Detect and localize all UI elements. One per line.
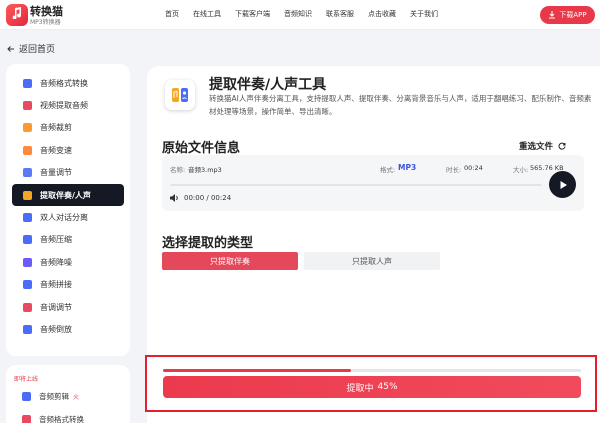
tool-icon [23,213,32,223]
sidebar-item-label: 音频降噪 [40,257,72,267]
tool-description: 转换猫AI人声伴奏分离工具，支持提取人声、提取伴奏、分离背景音乐与人声，适用于翻… [209,94,592,116]
file-size-label: 大小: [513,166,529,174]
sidebar-item-format-convert-2[interactable]: 音频格式转换 [22,414,84,423]
sidebar-item-label: 音频倒放 [40,324,72,334]
sidebar-item-4[interactable]: 音量调节 [12,162,124,184]
extracting-label: 提取中 [346,383,374,394]
sidebar-item-label: 音调调节 [40,302,72,312]
brand-subtitle: MP3转换器 [30,19,61,26]
arrow-left-icon [7,45,14,52]
file-duration-label: 时长: [446,166,462,174]
play-button[interactable] [549,171,576,198]
page-title: 提取伴奏/人声工具 [209,77,327,93]
vocal-split-icon [172,88,188,102]
music-note-icon [12,7,22,19]
sidebar-item-11[interactable]: 音频倒放 [12,318,124,340]
tool-icon [23,101,32,111]
volume-icon[interactable] [169,193,180,203]
sidebar-item-1[interactable]: 视频提取音频 [12,94,124,116]
back-home-label: 返回首页 [19,45,56,55]
nav-about[interactable]: 关于我们 [410,9,438,19]
playback-progress-bar[interactable] [170,184,542,186]
extracting-button[interactable]: 提取中 45% [163,376,581,398]
main-nav: 首页 在线工具 下载客户端 音频知识 联系客服 点击收藏 关于我们 [165,9,452,19]
nav-download-client[interactable]: 下载客户端 [235,9,270,19]
sidebar-item-label: 双人对话分离 [40,213,88,223]
tool-icon [23,145,32,155]
extract-type-heading: 选择提取的类型 [162,236,254,251]
tool-icon [23,235,32,245]
sidebar-item-label: 音频裁剪 [40,123,72,133]
nav-home[interactable]: 首页 [165,9,179,19]
tool-icon [23,168,32,178]
tool-icon [23,78,32,88]
top-navbar: 转换猫 MP3转换器 首页 在线工具 下载客户端 音频知识 联系客服 点击收藏 … [0,0,600,30]
upcoming-label: 即将上线 [14,376,39,383]
sidebar-item-10[interactable]: 音调调节 [12,296,124,318]
download-app-label: 下载APP [559,11,587,19]
sidebar-item-0[interactable]: 音频格式转换 [12,72,124,94]
sidebar-item-6[interactable]: 双人对话分离 [12,206,124,228]
file-duration: 00:24 [464,164,483,172]
sidebar-item-3[interactable]: 音频变速 [12,139,124,161]
extract-accompaniment-option[interactable]: 只提取伴奏 [162,252,298,270]
sidebar-item-label: 音量调节 [40,168,72,178]
sidebar-item-label: 音频拼接 [40,280,72,290]
extract-progress-fill [163,369,352,372]
upcoming-tools-panel: 即将上线 音频剪辑 火 音频格式转换 [6,365,130,423]
hot-badge: 火 [73,394,80,401]
nav-bookmark[interactable]: 点击收藏 [368,9,396,19]
tool-app-icon [165,80,195,110]
tool-icon [23,257,32,267]
sidebar-item-8[interactable]: 音频降噪 [12,251,124,273]
tool-sidebar: 音频格式转换 视频提取音频 音频裁剪音频变速音量调节提取伴奏/人声 双人对话分离 音频压… [6,64,130,356]
extracting-percent: 45% [377,382,398,392]
scissors-icon [22,392,31,401]
reselect-label: 重选文件 [519,142,554,152]
tool-icon [23,280,32,290]
sidebar-item-label: 音频格式转换 [40,78,88,88]
convert-icon [22,415,31,423]
file-name-label: 名称: [170,166,186,174]
sidebar-item-audio-edit[interactable]: 音频剪辑 火 [22,391,79,402]
app-logo[interactable] [6,4,28,26]
sidebar-item-2[interactable]: 音频裁剪 [12,117,124,139]
refresh-icon [558,142,566,150]
nav-contact-support[interactable]: 联系客服 [326,9,354,19]
sidebar-item-label: 提取伴奏/人声 [40,190,91,200]
download-app-button[interactable]: 下载APP [540,6,595,24]
reselect-file-button[interactable]: 重选文件 [519,140,566,152]
back-home-link[interactable]: 返回首页 [7,42,55,55]
tool-icon [23,123,32,133]
file-name: 音频3.mp3 [188,166,222,174]
playback-time: 00:00 / 00:24 [184,194,232,202]
play-icon [560,180,567,189]
sidebar-item-label: 音频剪辑 [39,392,69,401]
nav-audio-knowledge[interactable]: 音频知识 [284,9,312,19]
file-format-label: 格式: [380,166,396,174]
sidebar-item-label: 音频变速 [40,145,72,155]
file-info-heading: 原始文件信息 [162,141,241,156]
sidebar-item-label: 音频压缩 [40,235,72,245]
sidebar-item-5[interactable]: 提取伴奏/人声 [12,183,124,207]
file-info-box: 名称: 音频3.mp3 格式: MP3 时长: 00:24 大小: 565.76… [162,155,584,211]
download-icon [549,11,556,19]
tool-icon [23,302,32,312]
sidebar-item-label: 音频格式转换 [39,415,84,423]
extract-progress-track [163,369,581,372]
extract-progress-panel: 提取中 45% [145,355,597,412]
nav-online-tools[interactable]: 在线工具 [193,9,221,19]
sidebar-item-9[interactable]: 音频拼接 [12,274,124,296]
file-format: MP3 [398,163,417,172]
sidebar-item-label: 视频提取音频 [40,101,88,111]
sidebar-item-7[interactable]: 音频压缩 [12,229,124,251]
tool-icon [23,324,32,334]
tool-icon [23,190,32,200]
extract-vocals-option[interactable]: 只提取人声 [304,252,440,270]
